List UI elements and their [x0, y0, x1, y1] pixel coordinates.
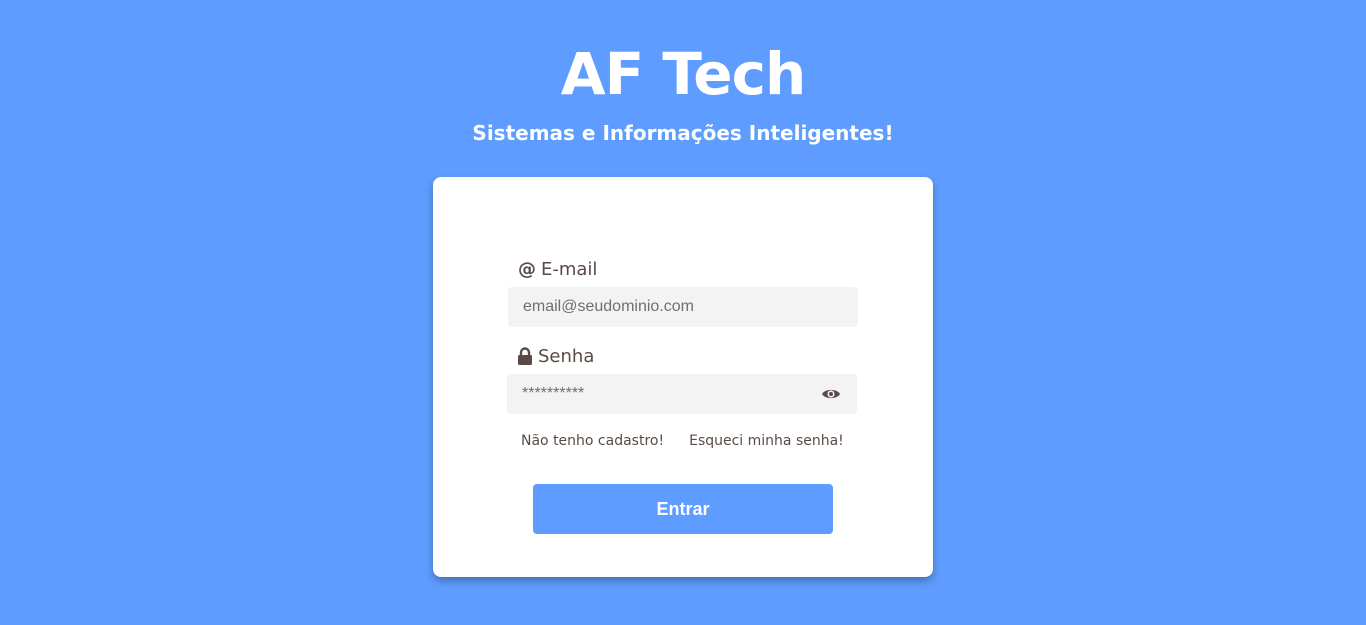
email-label: @ E-mail — [518, 256, 597, 282]
email-field[interactable] — [508, 287, 858, 327]
login-page: AF Tech Sistemas e Informações Inteligen… — [0, 0, 1366, 625]
page-title: AF Tech — [560, 40, 807, 108]
login-button[interactable]: Entrar — [533, 484, 833, 534]
password-field-container — [507, 374, 857, 414]
password-label: Senha — [517, 343, 594, 369]
login-card: @ E-mail Senha — [433, 177, 933, 577]
auth-links: Não tenho cadastro! Esqueci minha senha! — [521, 433, 844, 449]
password-field[interactable] — [507, 374, 857, 414]
eye-icon[interactable] — [821, 385, 841, 403]
forgot-password-link[interactable]: Esqueci minha senha! — [689, 433, 844, 449]
page-subtitle: Sistemas e Informações Inteligentes! — [472, 121, 894, 145]
register-link[interactable]: Não tenho cadastro! — [521, 433, 664, 449]
at-icon: @ — [518, 258, 536, 280]
email-field-container — [508, 287, 858, 327]
lock-icon — [517, 347, 533, 365]
password-label-text: Senha — [538, 345, 595, 367]
email-label-text: E-mail — [541, 258, 598, 280]
